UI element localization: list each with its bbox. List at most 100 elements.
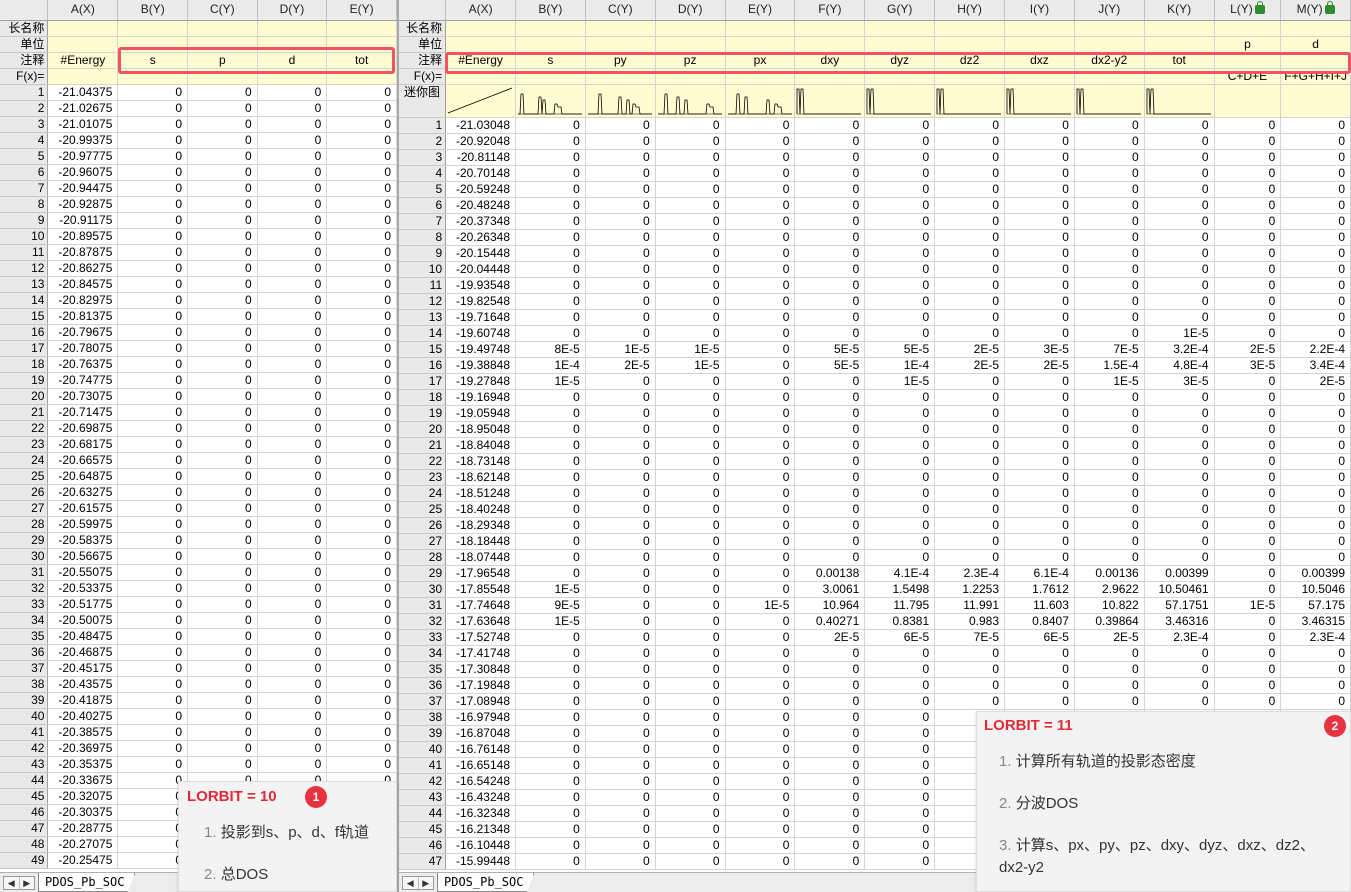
value-cell[interactable]: 0 [515, 677, 586, 694]
value-cell[interactable]: 0 [934, 405, 1006, 422]
value-cell[interactable]: 0 [864, 181, 936, 198]
value-cell[interactable]: 0 [1004, 133, 1075, 150]
energy-cell[interactable]: -20.96075 [47, 164, 119, 181]
value-cell[interactable]: 0 [1144, 309, 1215, 326]
value-cell[interactable]: 0 [1280, 677, 1351, 694]
meta-cell[interactable] [326, 20, 397, 37]
value-cell[interactable]: 0 [934, 469, 1006, 486]
value-cell[interactable]: 0 [864, 325, 936, 342]
value-cell[interactable]: 0 [117, 692, 189, 709]
value-cell[interactable]: 0 [515, 549, 586, 566]
meta-cell[interactable] [515, 68, 586, 85]
value-cell[interactable]: 0 [117, 612, 189, 629]
meta-cell[interactable] [864, 20, 936, 37]
value-cell[interactable]: 0 [864, 245, 936, 262]
value-cell[interactable]: 0 [326, 276, 397, 293]
value-cell[interactable]: 0 [1144, 501, 1215, 518]
meta-cell[interactable] [864, 36, 936, 53]
value-cell[interactable]: 0 [187, 244, 258, 261]
value-cell[interactable]: 0 [1280, 309, 1351, 326]
value-cell[interactable]: 0 [515, 261, 586, 278]
row-number[interactable]: 13 [0, 276, 49, 293]
value-cell[interactable]: 3.46316 [1144, 613, 1215, 630]
value-cell[interactable]: 0 [1280, 261, 1351, 278]
energy-cell[interactable]: -17.74648 [445, 597, 516, 614]
value-cell[interactable]: 0 [934, 165, 1006, 182]
value-cell[interactable]: 0 [794, 373, 866, 390]
value-cell[interactable]: 0 [257, 388, 328, 405]
value-cell[interactable]: 0 [1004, 405, 1075, 422]
value-cell[interactable]: 0 [1004, 149, 1075, 166]
energy-cell[interactable]: -20.78075 [47, 340, 119, 357]
meta-cell[interactable] [725, 36, 796, 53]
value-cell[interactable]: 0 [725, 837, 796, 854]
value-cell[interactable]: 1E-5 [655, 341, 726, 358]
value-cell[interactable]: 0 [1004, 373, 1075, 390]
value-cell[interactable]: 0 [257, 84, 328, 101]
value-cell[interactable]: 0 [515, 197, 586, 214]
value-cell[interactable]: 0 [794, 693, 866, 710]
meta-cell[interactable] [445, 20, 516, 37]
value-cell[interactable]: 0 [187, 324, 258, 341]
energy-cell[interactable]: -21.01075 [47, 116, 119, 133]
value-cell[interactable]: 3E-5 [1004, 341, 1075, 358]
value-cell[interactable]: 0 [187, 676, 258, 693]
value-cell[interactable]: 3.0061 [794, 581, 866, 598]
row-number[interactable]: 32 [0, 580, 49, 597]
value-cell[interactable]: 0 [117, 260, 189, 277]
tab-prev-icon[interactable]: ◀ [4, 877, 20, 889]
column-header[interactable]: A(X) [47, 0, 119, 21]
value-cell[interactable]: 0 [515, 309, 586, 326]
row-number[interactable]: 36 [0, 644, 49, 661]
value-cell[interactable]: 0 [117, 180, 189, 197]
value-cell[interactable]: 0 [326, 148, 397, 165]
value-cell[interactable]: 0 [1144, 197, 1215, 214]
value-cell[interactable]: 4.8E-4 [1144, 357, 1215, 374]
value-cell[interactable]: 0 [725, 357, 796, 374]
meta-cell[interactable] [1004, 20, 1075, 37]
column-header[interactable]: K(Y) [1144, 0, 1215, 21]
column-header[interactable]: L(Y) [1214, 0, 1282, 21]
tab-prev-icon[interactable]: ◀ [403, 877, 419, 889]
tab-scroll-buttons[interactable]: ◀ ▶ [3, 876, 35, 890]
value-cell[interactable]: 0 [326, 580, 397, 597]
value-cell[interactable]: 0 [864, 117, 936, 134]
energy-cell[interactable]: -20.46875 [47, 644, 119, 661]
value-cell[interactable]: 0 [585, 181, 656, 198]
value-cell[interactable]: 0 [585, 597, 656, 614]
value-cell[interactable]: 2E-5 [1004, 357, 1075, 374]
value-cell[interactable]: 0 [187, 100, 258, 117]
value-cell[interactable]: 0 [585, 501, 656, 518]
value-cell[interactable]: 2.3E-4 [1144, 629, 1215, 646]
meta-cell[interactable] [794, 20, 866, 37]
energy-cell[interactable]: -17.41748 [445, 645, 516, 662]
value-cell[interactable]: 0 [794, 789, 866, 806]
value-cell[interactable]: 0 [655, 709, 726, 726]
value-cell[interactable]: 0 [1280, 389, 1351, 406]
value-cell[interactable]: 0 [934, 325, 1006, 342]
value-cell[interactable]: 0 [326, 212, 397, 229]
meta-cell[interactable]: d [257, 52, 328, 69]
value-cell[interactable]: 0 [257, 356, 328, 373]
row-number[interactable]: 6 [0, 164, 49, 181]
value-cell[interactable]: 0 [655, 677, 726, 694]
value-cell[interactable]: 2E-5 [934, 341, 1006, 358]
value-cell[interactable]: 0 [585, 757, 656, 774]
value-cell[interactable]: 10.5046 [1280, 581, 1351, 598]
energy-cell[interactable]: -16.32348 [445, 805, 516, 822]
value-cell[interactable]: 0 [1214, 549, 1282, 566]
value-cell[interactable]: 0 [585, 117, 656, 134]
meta-row-label[interactable]: F(x)= [0, 68, 49, 85]
value-cell[interactable]: 0 [1074, 405, 1145, 422]
value-cell[interactable]: 0 [257, 708, 328, 725]
value-cell[interactable]: 0 [934, 453, 1006, 470]
value-cell[interactable]: 0.8381 [864, 613, 936, 630]
row-number[interactable]: 21 [399, 437, 447, 454]
tab-next-icon[interactable]: ▶ [419, 877, 434, 889]
value-cell[interactable]: 0 [725, 549, 796, 566]
energy-cell[interactable]: -20.27075 [47, 836, 119, 853]
value-cell[interactable]: 0 [864, 773, 936, 790]
value-cell[interactable]: 0 [257, 436, 328, 453]
value-cell[interactable]: 0 [1280, 661, 1351, 678]
row-number[interactable]: 2 [0, 100, 49, 117]
